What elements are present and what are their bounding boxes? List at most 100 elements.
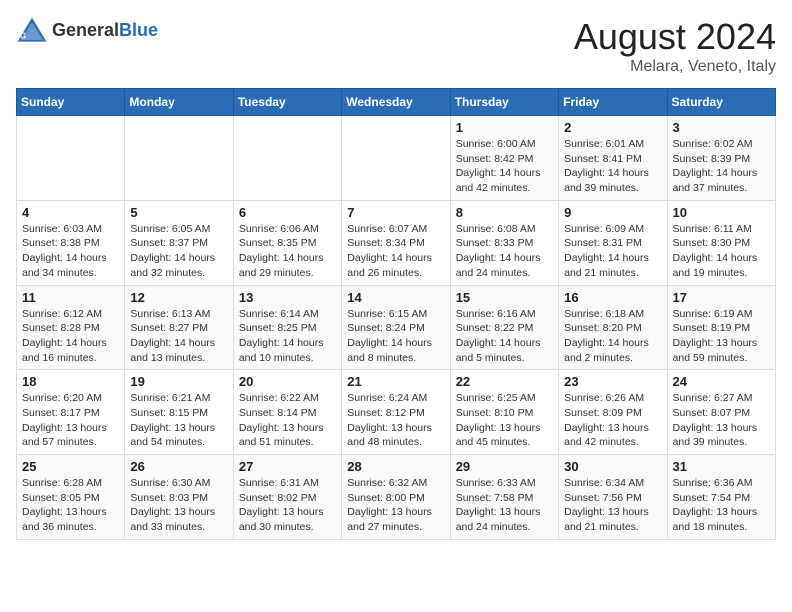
calendar-cell: 21 Sunrise: 6:24 AM Sunset: 8:12 PM Dayli…	[342, 370, 450, 455]
logo-blue: Blue	[119, 20, 158, 40]
day-info: Sunrise: 6:30 AM Sunset: 8:03 PM Dayligh…	[130, 476, 227, 535]
calendar-cell: 5 Sunrise: 6:05 AM Sunset: 8:37 PM Daylig…	[125, 200, 233, 285]
day-number: 23	[564, 374, 661, 389]
day-info: Sunrise: 6:01 AM Sunset: 8:41 PM Dayligh…	[564, 137, 661, 196]
calendar-cell: 20 Sunrise: 6:22 AM Sunset: 8:14 PM Dayli…	[233, 370, 341, 455]
calendar-cell: 15 Sunrise: 6:16 AM Sunset: 8:22 PM Dayli…	[450, 285, 558, 370]
day-info: Sunrise: 6:28 AM Sunset: 8:05 PM Dayligh…	[22, 476, 119, 535]
day-info: Sunrise: 6:34 AM Sunset: 7:56 PM Dayligh…	[564, 476, 661, 535]
day-number: 16	[564, 290, 661, 305]
calendar-cell: 11Sunrise: 6:12 AM Sunset: 8:28 PM Dayli…	[17, 285, 125, 370]
logo-general: General	[52, 20, 119, 40]
day-info: Sunrise: 6:11 AM Sunset: 8:30 PM Dayligh…	[673, 222, 770, 281]
calendar-cell: 24 Sunrise: 6:27 AM Sunset: 8:07 PM Dayli…	[667, 370, 775, 455]
day-info: Sunrise: 6:31 AM Sunset: 8:02 PM Dayligh…	[239, 476, 336, 535]
calendar-table: SundayMondayTuesdayWednesdayThursdayFrid…	[16, 88, 776, 540]
day-info: Sunrise: 6:21 AM Sunset: 8:15 PM Dayligh…	[130, 391, 227, 450]
calendar-cell: 4 Sunrise: 6:03 AM Sunset: 8:38 PM Daylig…	[17, 200, 125, 285]
calendar-cell: 25 Sunrise: 6:28 AM Sunset: 8:05 PM Dayli…	[17, 455, 125, 540]
day-number: 17	[673, 290, 770, 305]
day-number: 27	[239, 459, 336, 474]
calendar-cell: 3Sunrise: 6:02 AM Sunset: 8:39 PM Daylig…	[667, 116, 775, 201]
week-row-4: 18 Sunrise: 6:20 AM Sunset: 8:17 PM Dayli…	[17, 370, 776, 455]
calendar-cell: 9Sunrise: 6:09 AM Sunset: 8:31 PM Daylig…	[559, 200, 667, 285]
header-day-saturday: Saturday	[667, 89, 775, 116]
day-number: 22	[456, 374, 553, 389]
day-info: Sunrise: 6:05 AM Sunset: 8:37 PM Dayligh…	[130, 222, 227, 281]
day-info: Sunrise: 6:19 AM Sunset: 8:19 PM Dayligh…	[673, 307, 770, 366]
calendar-cell: 2 Sunrise: 6:01 AM Sunset: 8:41 PM Daylig…	[559, 116, 667, 201]
week-row-2: 4 Sunrise: 6:03 AM Sunset: 8:38 PM Daylig…	[17, 200, 776, 285]
header-day-thursday: Thursday	[450, 89, 558, 116]
day-info: Sunrise: 6:13 AM Sunset: 8:27 PM Dayligh…	[130, 307, 227, 366]
day-info: Sunrise: 6:36 AM Sunset: 7:54 PM Dayligh…	[673, 476, 770, 535]
header-day-sunday: Sunday	[17, 89, 125, 116]
calendar-cell: 17 Sunrise: 6:19 AM Sunset: 8:19 PM Dayli…	[667, 285, 775, 370]
day-number: 1	[456, 120, 553, 135]
day-number: 5	[130, 205, 227, 220]
calendar-cell: 1Sunrise: 6:00 AM Sunset: 8:42 PM Daylig…	[450, 116, 558, 201]
header-day-wednesday: Wednesday	[342, 89, 450, 116]
day-number: 18	[22, 374, 119, 389]
day-info: Sunrise: 6:07 AM Sunset: 8:34 PM Dayligh…	[347, 222, 444, 281]
day-info: Sunrise: 6:03 AM Sunset: 8:38 PM Dayligh…	[22, 222, 119, 281]
day-info: Sunrise: 6:22 AM Sunset: 8:14 PM Dayligh…	[239, 391, 336, 450]
day-info: Sunrise: 6:18 AM Sunset: 8:20 PM Dayligh…	[564, 307, 661, 366]
day-info: Sunrise: 6:12 AM Sunset: 8:28 PM Dayligh…	[22, 307, 119, 366]
calendar-cell: 13 Sunrise: 6:14 AM Sunset: 8:25 PM Dayli…	[233, 285, 341, 370]
calendar-cell: 18 Sunrise: 6:20 AM Sunset: 8:17 PM Dayli…	[17, 370, 125, 455]
day-number: 21	[347, 374, 444, 389]
day-info: Sunrise: 6:25 AM Sunset: 8:10 PM Dayligh…	[456, 391, 553, 450]
calendar-cell	[342, 116, 450, 201]
day-info: Sunrise: 6:02 AM Sunset: 8:39 PM Dayligh…	[673, 137, 770, 196]
svg-text:G: G	[20, 31, 26, 40]
header-day-friday: Friday	[559, 89, 667, 116]
calendar-cell: 14 Sunrise: 6:15 AM Sunset: 8:24 PM Dayli…	[342, 285, 450, 370]
header-day-monday: Monday	[125, 89, 233, 116]
calendar-cell: 26Sunrise: 6:30 AM Sunset: 8:03 PM Dayli…	[125, 455, 233, 540]
day-number: 31	[673, 459, 770, 474]
day-number: 24	[673, 374, 770, 389]
day-number: 15	[456, 290, 553, 305]
day-info: Sunrise: 6:14 AM Sunset: 8:25 PM Dayligh…	[239, 307, 336, 366]
calendar-cell: 28Sunrise: 6:32 AM Sunset: 8:00 PM Dayli…	[342, 455, 450, 540]
day-info: Sunrise: 6:27 AM Sunset: 8:07 PM Dayligh…	[673, 391, 770, 450]
day-info: Sunrise: 6:26 AM Sunset: 8:09 PM Dayligh…	[564, 391, 661, 450]
day-info: Sunrise: 6:24 AM Sunset: 8:12 PM Dayligh…	[347, 391, 444, 450]
day-number: 13	[239, 290, 336, 305]
day-info: Sunrise: 6:33 AM Sunset: 7:58 PM Dayligh…	[456, 476, 553, 535]
day-number: 25	[22, 459, 119, 474]
day-info: Sunrise: 6:08 AM Sunset: 8:33 PM Dayligh…	[456, 222, 553, 281]
calendar-cell: 10Sunrise: 6:11 AM Sunset: 8:30 PM Dayli…	[667, 200, 775, 285]
day-number: 12	[130, 290, 227, 305]
day-number: 4	[22, 205, 119, 220]
title-block: August 2024 Melara, Veneto, Italy	[574, 16, 776, 76]
day-number: 6	[239, 205, 336, 220]
page-title: August 2024	[574, 16, 776, 58]
day-number: 19	[130, 374, 227, 389]
calendar-cell: 30Sunrise: 6:34 AM Sunset: 7:56 PM Dayli…	[559, 455, 667, 540]
calendar-cell: 6Sunrise: 6:06 AM Sunset: 8:35 PM Daylig…	[233, 200, 341, 285]
calendar-cell: 29 Sunrise: 6:33 AM Sunset: 7:58 PM Dayli…	[450, 455, 558, 540]
day-number: 20	[239, 374, 336, 389]
logo-icon: G	[16, 16, 48, 44]
week-row-1: 1Sunrise: 6:00 AM Sunset: 8:42 PM Daylig…	[17, 116, 776, 201]
calendar-cell: 16 Sunrise: 6:18 AM Sunset: 8:20 PM Dayli…	[559, 285, 667, 370]
day-number: 14	[347, 290, 444, 305]
calendar-cell	[17, 116, 125, 201]
week-row-3: 11Sunrise: 6:12 AM Sunset: 8:28 PM Dayli…	[17, 285, 776, 370]
day-info: Sunrise: 6:09 AM Sunset: 8:31 PM Dayligh…	[564, 222, 661, 281]
calendar-header-row: SundayMondayTuesdayWednesdayThursdayFrid…	[17, 89, 776, 116]
day-number: 29	[456, 459, 553, 474]
day-info: Sunrise: 6:16 AM Sunset: 8:22 PM Dayligh…	[456, 307, 553, 366]
week-row-5: 25 Sunrise: 6:28 AM Sunset: 8:05 PM Dayli…	[17, 455, 776, 540]
calendar-cell: 31 Sunrise: 6:36 AM Sunset: 7:54 PM Dayli…	[667, 455, 775, 540]
day-info: Sunrise: 6:20 AM Sunset: 8:17 PM Dayligh…	[22, 391, 119, 450]
page-subtitle: Melara, Veneto, Italy	[574, 58, 776, 76]
logo-text: GeneralBlue	[52, 20, 158, 41]
page-header: G GeneralBlue August 2024 Melara, Veneto…	[16, 16, 776, 76]
day-number: 2	[564, 120, 661, 135]
day-info: Sunrise: 6:15 AM Sunset: 8:24 PM Dayligh…	[347, 307, 444, 366]
calendar-cell: 12 Sunrise: 6:13 AM Sunset: 8:27 PM Dayli…	[125, 285, 233, 370]
day-number: 8	[456, 205, 553, 220]
